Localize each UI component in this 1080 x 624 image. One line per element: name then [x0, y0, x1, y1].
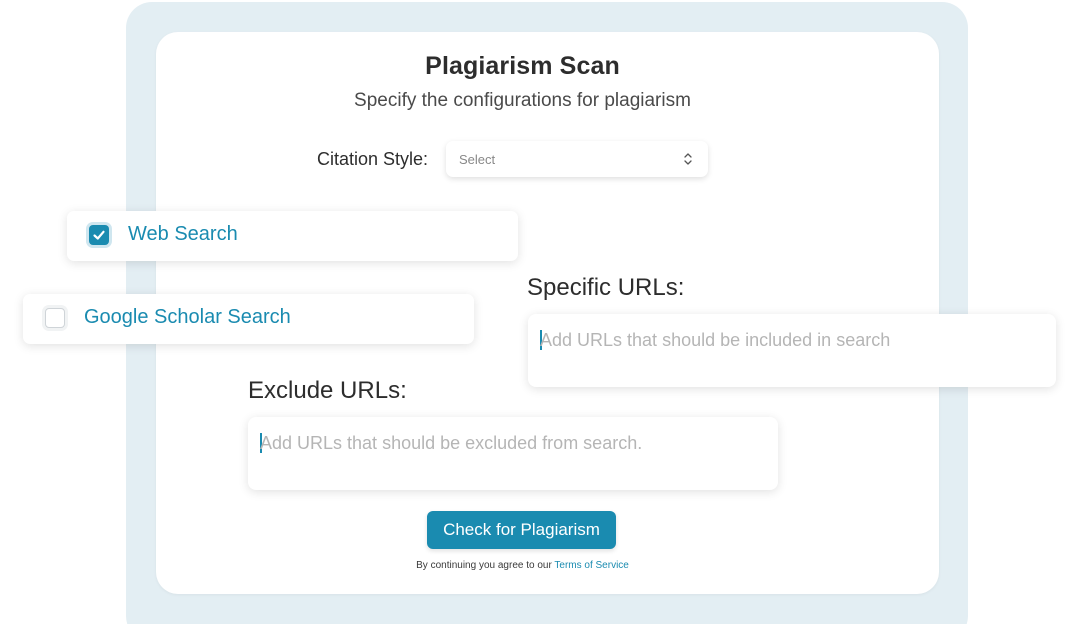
checkmark-icon	[93, 230, 105, 240]
terms-notice: By continuing you agree to our Terms of …	[156, 560, 889, 571]
citation-style-select[interactable]: Select	[446, 141, 708, 177]
page-title: Plagiarism Scan	[425, 52, 620, 80]
terms-text: By continuing you agree to our	[416, 560, 555, 571]
citation-style-value: Select	[459, 152, 496, 167]
check-for-plagiarism-button[interactable]: Check for Plagiarism	[427, 511, 616, 549]
exclude-urls-label: Exclude URLs:	[248, 377, 407, 404]
plagiarism-scan-screen: Plagiarism Scan Specify the configuratio…	[0, 0, 1080, 624]
exclude-urls-input[interactable]: Add URLs that should be excluded from se…	[248, 417, 778, 490]
web-search-option[interactable]: Web Search	[67, 211, 518, 261]
google-scholar-search-label: Google Scholar Search	[84, 306, 291, 328]
page-subtitle: Specify the configurations for plagiaris…	[354, 90, 691, 111]
specific-urls-label: Specific URLs:	[527, 274, 685, 301]
web-search-checkbox[interactable]	[89, 225, 109, 245]
google-scholar-search-checkbox[interactable]	[45, 308, 65, 328]
exclude-urls-placeholder: Add URLs that should be excluded from se…	[260, 433, 643, 453]
terms-of-service-link[interactable]: Terms of Service	[554, 560, 628, 571]
citation-style-label: Citation Style:	[317, 149, 429, 169]
chevron-up-down-icon	[684, 153, 692, 165]
specific-urls-input[interactable]: Add URLs that should be included in sear…	[528, 314, 1056, 387]
specific-urls-placeholder: Add URLs that should be included in sear…	[540, 330, 891, 350]
google-scholar-search-option[interactable]: Google Scholar Search	[23, 294, 474, 344]
web-search-label: Web Search	[128, 223, 238, 245]
